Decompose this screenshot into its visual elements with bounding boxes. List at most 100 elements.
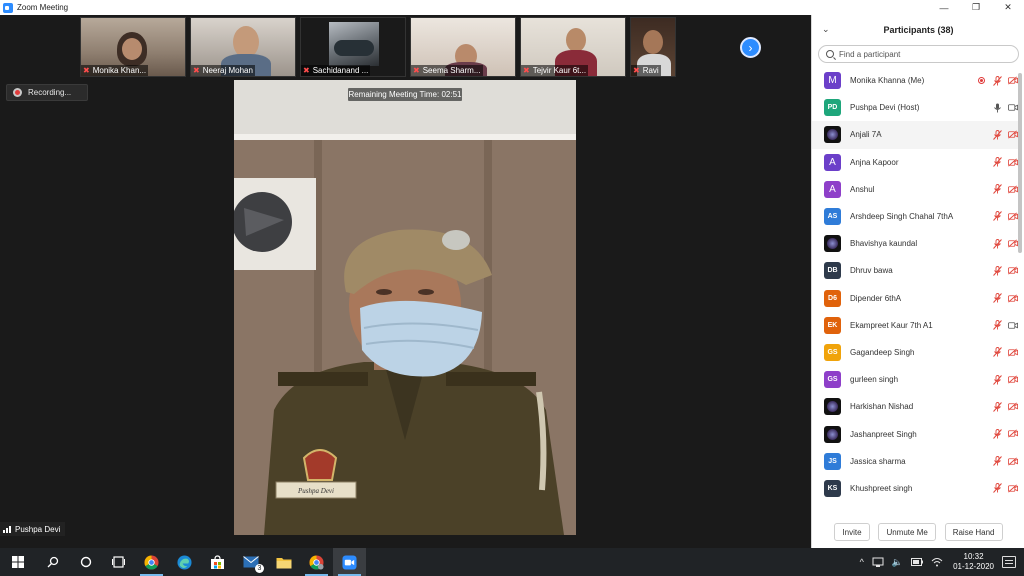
start-button[interactable] xyxy=(0,548,36,576)
participant-status-icons xyxy=(986,475,1018,502)
mic-muted-icon[interactable] xyxy=(992,483,1002,494)
mic-muted-icon[interactable] xyxy=(992,184,1002,195)
taskbar-mail[interactable]: 3 xyxy=(234,548,267,576)
participant-row[interactable]: AS Arshdeep Singh Chahal 7thA xyxy=(812,203,1018,230)
taskbar-search-button[interactable] xyxy=(36,548,69,576)
recording-indicator[interactable]: Recording... xyxy=(6,84,88,101)
participant-row[interactable]: GS Gagandeep Singh xyxy=(812,339,1018,366)
mic-muted-icon[interactable] xyxy=(992,211,1002,222)
video-on-icon[interactable] xyxy=(1008,320,1018,330)
action-center-icon[interactable] xyxy=(1002,556,1016,568)
taskbar-edge[interactable] xyxy=(168,548,201,576)
cortana-button[interactable] xyxy=(69,548,102,576)
scrollbar-thumb[interactable] xyxy=(1018,73,1022,253)
video-off-icon[interactable] xyxy=(1008,347,1018,357)
participant-row[interactable]: A Anjna Kapoor xyxy=(812,149,1018,176)
video-thumbnail[interactable]: ✖ Monika Khan... xyxy=(80,17,186,77)
show-hidden-icons-icon[interactable]: ^ xyxy=(860,557,864,567)
participant-row[interactable]: A Anshul xyxy=(812,176,1018,203)
participant-row[interactable]: Bhavishya kaundal xyxy=(812,230,1018,257)
mic-muted-icon[interactable] xyxy=(992,238,1002,249)
participant-row[interactable]: M Monika Khanna (Me) xyxy=(812,67,1018,94)
task-view-button[interactable] xyxy=(102,548,135,576)
mic-muted-icon[interactable] xyxy=(992,320,1002,331)
participant-search-input[interactable] xyxy=(839,49,1009,59)
thumbnail-name-bar: ✖ Seema Sharm... xyxy=(411,65,483,76)
participant-list-scrollbar[interactable] xyxy=(1018,67,1022,507)
network-icon[interactable] xyxy=(872,557,884,567)
battery-icon[interactable] xyxy=(911,558,924,566)
mic-muted-icon[interactable] xyxy=(992,347,1002,358)
video-thumbnail[interactable]: ✖ Tejvir Kaur 6t... xyxy=(520,17,626,77)
video-off-icon[interactable] xyxy=(1008,157,1018,167)
video-off-icon[interactable] xyxy=(1008,266,1018,276)
task-view-icon xyxy=(112,556,125,568)
video-off-icon[interactable] xyxy=(1008,375,1018,385)
mic-muted-icon: ✖ xyxy=(413,66,420,75)
video-off-icon[interactable] xyxy=(1008,211,1018,221)
participant-row[interactable]: KS Khushpreet singh xyxy=(812,475,1018,502)
participant-search[interactable] xyxy=(818,45,1019,63)
video-off-icon[interactable] xyxy=(1008,429,1018,439)
unmute-me-button[interactable]: Unmute Me xyxy=(878,523,936,541)
mic-muted-icon[interactable] xyxy=(992,401,1002,412)
mic-muted-icon[interactable] xyxy=(992,293,1002,303)
taskbar-store[interactable] xyxy=(201,548,234,576)
participant-name: Anjna Kapoor xyxy=(850,157,899,167)
participant-row[interactable]: Anjali 7A xyxy=(812,121,1018,149)
video-off-icon[interactable] xyxy=(1008,483,1018,493)
participant-row[interactable]: Jashanpreet Singh xyxy=(812,420,1018,447)
mic-muted-icon[interactable] xyxy=(992,374,1002,385)
taskbar-chrome-profile[interactable] xyxy=(300,548,333,576)
clock[interactable]: 10:32 01-12-2020 xyxy=(953,552,994,572)
mic-muted-icon[interactable] xyxy=(992,157,1002,167)
video-off-icon[interactable] xyxy=(1008,76,1018,86)
video-off-icon[interactable] xyxy=(1008,402,1018,412)
mic-muted-icon[interactable] xyxy=(992,75,1002,86)
participant-row[interactable]: Harkishan Nishad xyxy=(812,393,1018,420)
active-speaker-label: Pushpa Devi xyxy=(0,522,66,536)
collapse-chevron-icon[interactable]: ⌄ xyxy=(822,24,830,35)
video-off-icon[interactable] xyxy=(1008,456,1018,466)
mic-muted-icon[interactable] xyxy=(992,456,1002,466)
mic-muted-icon[interactable] xyxy=(992,129,1002,140)
taskbar-chrome[interactable] xyxy=(135,548,168,576)
participant-name: Anshul xyxy=(850,184,875,194)
recording-label: Recording... xyxy=(28,88,72,97)
video-off-icon[interactable] xyxy=(1008,239,1018,249)
participant-row[interactable]: GS gurleen singh xyxy=(812,366,1018,393)
invite-button[interactable]: Invite xyxy=(834,523,870,541)
search-icon xyxy=(47,556,58,568)
next-page-button[interactable]: › xyxy=(740,37,761,58)
taskbar-zoom[interactable] xyxy=(333,548,366,576)
video-off-icon[interactable] xyxy=(1008,130,1018,140)
participant-row[interactable]: D6 Dipender 6thA xyxy=(812,285,1018,312)
video-thumbnail[interactable]: ✖ Ravi xyxy=(630,17,676,77)
maximize-button[interactable]: ❐ xyxy=(960,0,992,15)
video-off-icon[interactable] xyxy=(1008,293,1018,303)
volume-icon[interactable]: 🔈 xyxy=(892,557,903,568)
video-thumbnail[interactable]: ✖ Sachidanand ... xyxy=(300,17,406,77)
windows-taskbar: 3 ^ 🔈 10:32 01-12-2020 xyxy=(0,548,1024,576)
mic-on-icon[interactable] xyxy=(992,103,1002,113)
record-icon xyxy=(13,88,22,97)
video-thumbnail[interactable]: ✖ Neeraj Mohan xyxy=(190,17,296,77)
mic-muted-icon[interactable] xyxy=(992,265,1002,276)
participant-avatar: JS xyxy=(824,452,841,470)
taskbar-file-explorer[interactable] xyxy=(267,548,300,576)
panel-footer: Invite Unmute Me Raise Hand xyxy=(812,520,1024,544)
video-on-icon[interactable] xyxy=(1008,103,1018,113)
participant-row[interactable]: DB Dhruv bawa xyxy=(812,257,1018,284)
raise-hand-button[interactable]: Raise Hand xyxy=(944,523,1003,541)
participant-row[interactable]: EK Ekampreet Kaur 7th A1 xyxy=(812,312,1018,339)
wifi-icon[interactable] xyxy=(931,557,943,567)
minimize-button[interactable]: — xyxy=(928,0,960,15)
video-thumbnail[interactable]: ✖ Seema Sharm... xyxy=(410,17,516,77)
thumbnail-name: Tejvir Kaur 6t... xyxy=(532,66,587,75)
participant-row[interactable]: JS Jassica sharma xyxy=(812,448,1018,475)
active-speaker-video[interactable]: Pushpa Devi xyxy=(234,80,576,535)
close-button[interactable]: ✕ xyxy=(992,0,1024,15)
mic-muted-icon[interactable] xyxy=(992,428,1002,439)
participant-row[interactable]: PD Pushpa Devi (Host) xyxy=(812,94,1018,121)
video-off-icon[interactable] xyxy=(1008,184,1018,194)
